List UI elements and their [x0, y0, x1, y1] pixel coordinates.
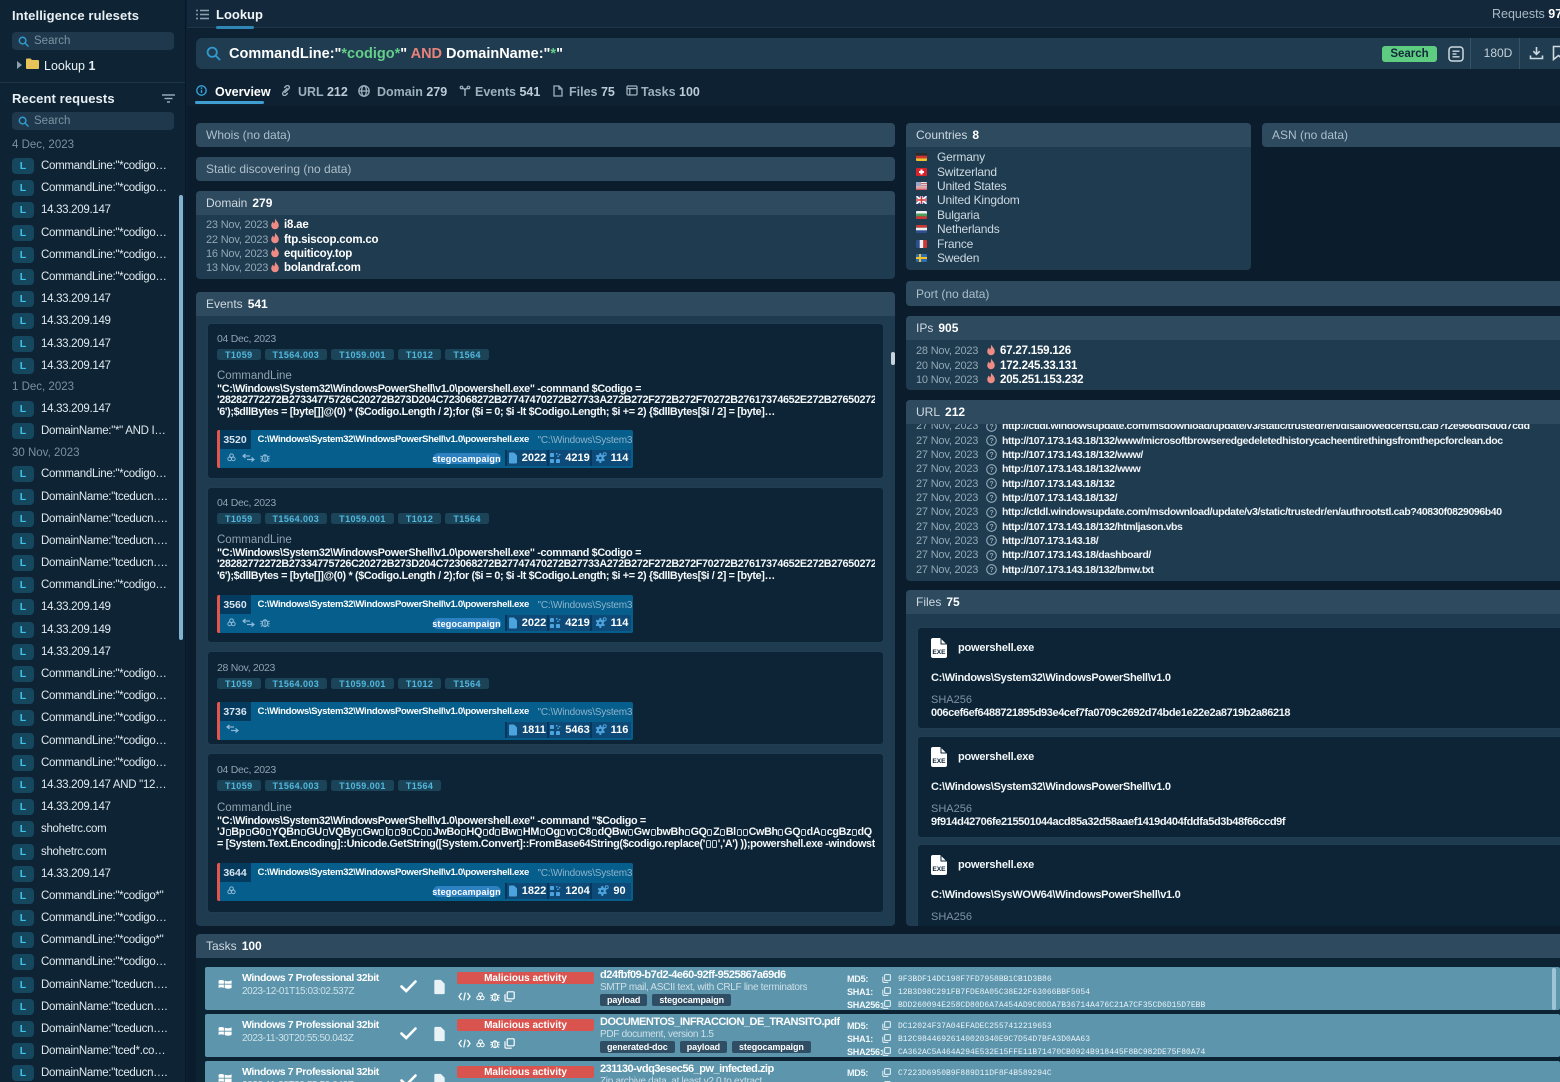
svg-text:?: ? — [989, 510, 993, 517]
svg-text:?: ? — [989, 424, 993, 431]
svg-text:?: ? — [989, 467, 993, 474]
svg-text:?: ? — [989, 452, 993, 459]
svg-text:?: ? — [989, 567, 993, 574]
svg-text:?: ? — [989, 553, 993, 560]
svg-text:?: ? — [989, 495, 993, 502]
svg-text:?: ? — [989, 538, 993, 545]
svg-text:EXE: EXE — [932, 649, 946, 656]
svg-text:?: ? — [989, 524, 993, 531]
svg-text:EXE: EXE — [932, 866, 946, 873]
svg-text:EXE: EXE — [932, 758, 946, 765]
svg-text:?: ? — [989, 481, 993, 488]
svg-text:?: ? — [989, 438, 993, 445]
